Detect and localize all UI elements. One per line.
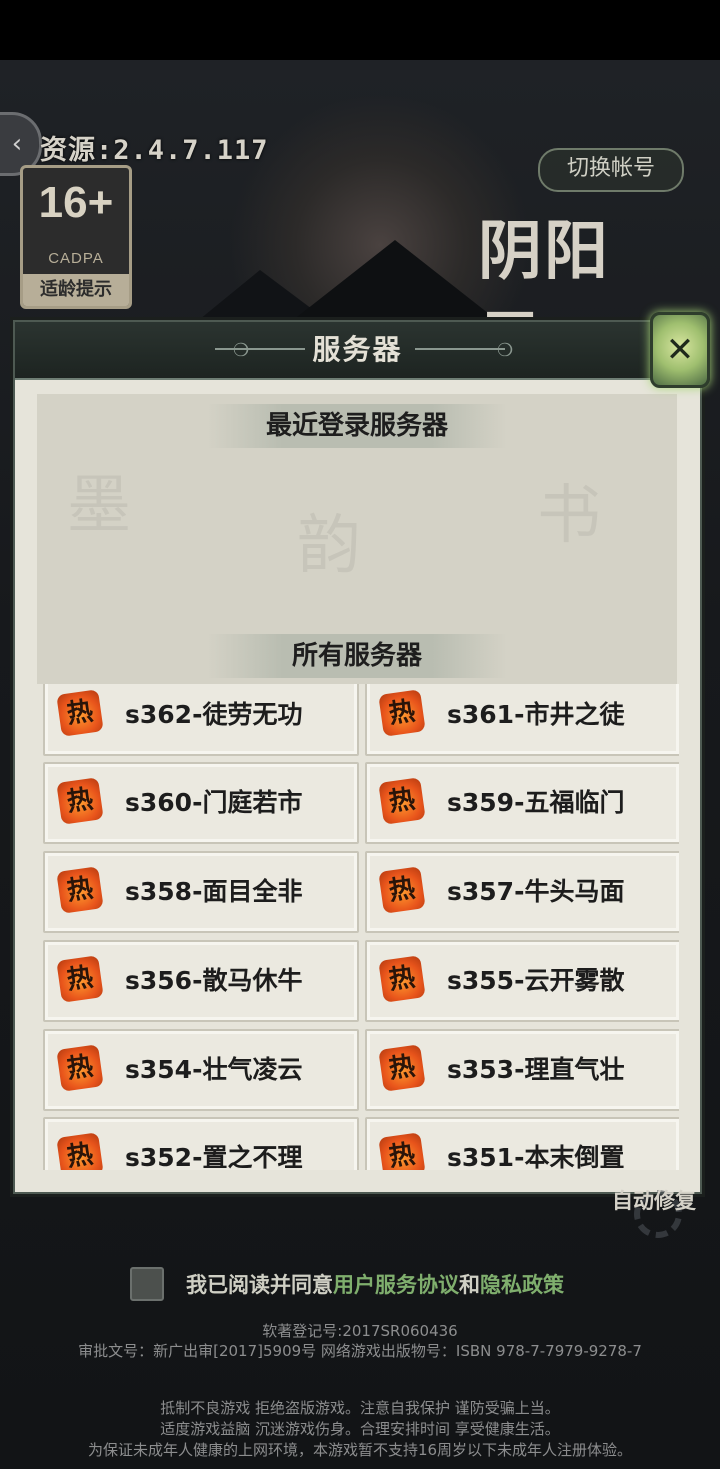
- hot-icon: 热: [378, 866, 426, 914]
- server-item[interactable]: 热 s355-云开雾散: [365, 940, 679, 1022]
- server-item[interactable]: 热 s361-市井之徒: [365, 684, 679, 756]
- software-registration: 软著登记号:2017SR060436: [262, 1322, 458, 1340]
- chevron-left-icon: ‹: [11, 129, 23, 159]
- health-advice-line: 适度游戏益脑 沉迷游戏伤身。合理安排时间 享受健康生活。: [160, 1420, 560, 1438]
- hot-icon: 热: [378, 1044, 426, 1092]
- hot-icon: 热: [378, 1132, 426, 1170]
- health-advice-line: 抵制不良游戏 拒绝盗版游戏。注意自我保护 谨防受骗上当。: [160, 1399, 560, 1417]
- server-name: s355-云开雾散: [447, 966, 625, 995]
- hot-icon: 热: [56, 777, 104, 825]
- approval-number: 审批文号：新广出审[2017]5909号 网络游戏出版物号：ISBN 978-7…: [78, 1342, 642, 1360]
- server-name: s358-面目全非: [125, 877, 303, 906]
- hot-icon: 热: [56, 1044, 104, 1092]
- hot-icon: 热: [378, 689, 426, 737]
- server-item[interactable]: 热 s354-壮气凌云: [43, 1029, 359, 1111]
- server-list[interactable]: 热 s362-徒劳无功 热 s361-市井之徒 热 s360-门庭若市 热 s3…: [43, 684, 679, 1170]
- all-servers-title: 所有服务器: [207, 634, 507, 678]
- server-item[interactable]: 热 s358-面目全非: [43, 851, 359, 933]
- hot-icon: 热: [56, 866, 104, 914]
- recent-servers-area: 墨 韵 书 最近登录服务器 所有服务器: [37, 394, 677, 684]
- server-name: s356-散马休牛: [125, 966, 303, 995]
- agreement-checkbox[interactable]: [130, 1267, 164, 1301]
- server-item[interactable]: 热 s357-牛头马面: [365, 851, 679, 933]
- close-icon: ✕: [665, 330, 695, 370]
- panel-title: 服务器: [312, 333, 403, 366]
- server-name: s352-置之不理: [125, 1143, 303, 1170]
- hot-icon: 热: [56, 955, 104, 1003]
- status-bar: [0, 0, 720, 60]
- server-item[interactable]: 热 s351-本末倒置: [365, 1117, 679, 1170]
- server-name: s353-理直气壮: [447, 1055, 625, 1084]
- age-rating-badge[interactable]: 16+ CADPA 适龄提示: [20, 165, 132, 309]
- game-logo: 阴阳界: [478, 214, 610, 381]
- minor-protection-notice: 为保证未成年人健康的上网环境，本游戏暂不支持16周岁以下未成年人注册体验。: [87, 1441, 633, 1459]
- server-name: s361-市井之徒: [447, 700, 625, 729]
- agreement-and: 和: [459, 1273, 480, 1297]
- hot-icon: 热: [378, 955, 426, 1003]
- close-button[interactable]: ✕: [650, 312, 710, 388]
- switch-account-button[interactable]: 切换帐号: [538, 148, 684, 192]
- server-name: s351-本末倒置: [447, 1143, 625, 1170]
- auto-fix-button[interactable]: 自动修复: [612, 1185, 696, 1215]
- server-name: s360-门庭若市: [125, 788, 303, 817]
- header-ornament: [415, 348, 505, 350]
- privacy-policy-link[interactable]: 隐私政策: [480, 1269, 564, 1299]
- server-item[interactable]: 热 s362-徒劳无功: [43, 684, 359, 756]
- server-item[interactable]: 热 s356-散马休牛: [43, 940, 359, 1022]
- server-name: s362-徒劳无功: [125, 700, 303, 729]
- server-item[interactable]: 热 s352-置之不理: [43, 1117, 359, 1170]
- hot-icon: 热: [378, 777, 426, 825]
- server-item[interactable]: 热 s360-门庭若市: [43, 762, 359, 844]
- agreement-row: 我已阅读并同意 用户服务协议 和 隐私政策: [130, 1266, 564, 1302]
- swirl-icon: ❍: [497, 340, 514, 361]
- server-select-panel: ❍ 服务器 ❍ 墨 韵 书 最近登录服务器 所有服务器 热 s362-徒劳无功 …: [13, 320, 702, 1194]
- server-item[interactable]: 热 s359-五福临门: [365, 762, 679, 844]
- user-agreement-link[interactable]: 用户服务协议: [333, 1269, 459, 1299]
- panel-header: ❍ 服务器 ❍: [15, 322, 700, 380]
- server-name: s359-五福临门: [447, 788, 625, 817]
- hot-icon: 热: [56, 1132, 104, 1170]
- version-label: 资源:2.4.7.117: [40, 135, 269, 166]
- calligraphy-watermark: 墨: [67, 469, 131, 543]
- age-rating-org: CADPA: [48, 250, 104, 267]
- server-name: s354-壮气凌云: [125, 1055, 303, 1084]
- hot-icon: 热: [56, 689, 104, 737]
- agreement-prefix: 我已阅读并同意: [186, 1273, 333, 1297]
- calligraphy-watermark: 韵: [297, 509, 361, 583]
- server-name: s357-牛头马面: [447, 877, 625, 906]
- age-rating-tip: 适龄提示: [23, 274, 129, 306]
- age-rating-number: 16+: [38, 178, 114, 227]
- server-item[interactable]: 热 s353-理直气壮: [365, 1029, 679, 1111]
- calligraphy-watermark: 书: [537, 479, 601, 553]
- recent-servers-title: 最近登录服务器: [207, 404, 507, 448]
